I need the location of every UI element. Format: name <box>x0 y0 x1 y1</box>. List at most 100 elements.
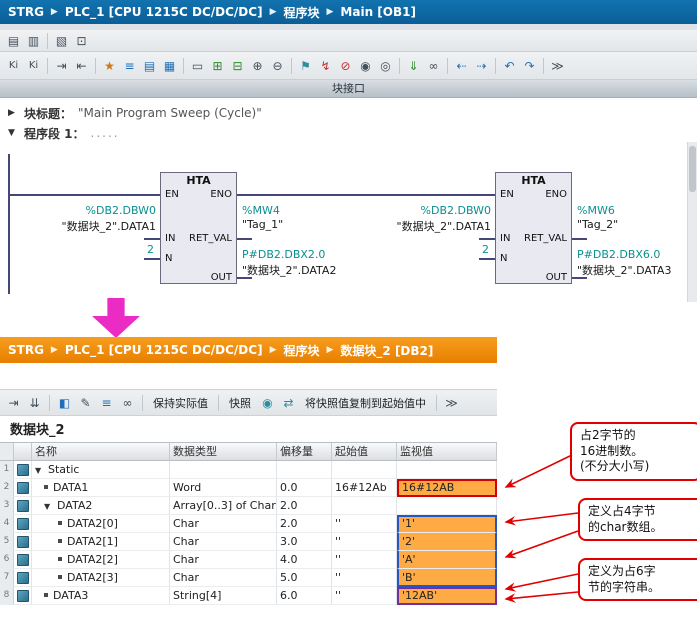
open-branch-icon[interactable]: ⊞ <box>208 57 227 75</box>
var-name-cell[interactable]: DATA2[2] <box>32 551 170 569</box>
close-branch-icon[interactable]: ⊟ <box>228 57 247 75</box>
insert-row-icon[interactable]: ⇥ <box>52 57 71 75</box>
collapse-arrow-icon[interactable]: ▶ <box>8 108 18 118</box>
breadcrumb-item-plc[interactable]: PLC_1 [CPU 1215C DC/DC/DC] <box>65 5 263 19</box>
copy-snapshot-to-start-button[interactable]: 将快照值复制到起始值中 <box>300 394 431 412</box>
constant-value[interactable]: 2 <box>451 243 489 256</box>
operand-name[interactable]: "Tag_2" <box>577 218 618 231</box>
breadcrumb-item-main-ob1[interactable]: Main [OB1] <box>340 5 416 19</box>
operand-name[interactable]: "数据块_2".DATA1 <box>10 218 156 234</box>
expand-arrow-icon[interactable]: ▼ <box>44 499 53 514</box>
expand-arrow-icon[interactable]: ▼ <box>8 128 18 138</box>
coil-icon[interactable]: ◉ <box>356 57 375 75</box>
scrollbar-thumb[interactable] <box>689 146 696 192</box>
operand-absolute-icon[interactable]: Ki <box>4 57 23 75</box>
network-comment[interactable]: ..... <box>91 126 120 140</box>
operand-name[interactable]: "数据块_2".DATA1 <box>345 218 491 234</box>
contact-icon[interactable]: ◎ <box>376 57 395 75</box>
table-row[interactable]: 4 DATA2[0] Char 2.0 '' '1' <box>0 515 497 533</box>
var-type-cell[interactable]: Char <box>170 569 277 587</box>
open-object-icon[interactable]: ▥ <box>24 32 43 50</box>
network-list-icon[interactable]: ≡ <box>120 57 139 75</box>
header-offset[interactable]: 偏移量 <box>277 443 332 461</box>
edit-icon[interactable]: ✎ <box>76 394 95 412</box>
expand-arrow-icon[interactable]: ▼ <box>35 463 44 478</box>
breadcrumb-item-db2[interactable]: 数据块_2 [DB2] <box>340 342 433 359</box>
load-start-values-icon[interactable]: ◧ <box>55 394 74 412</box>
operand-address[interactable]: %DB2.DBW0 <box>365 204 491 217</box>
monitor-all-glasses-icon[interactable]: ∞ <box>118 394 137 412</box>
table-row[interactable]: 3 ▼ DATA2 Array[0..3] of Char 2.0 <box>0 497 497 515</box>
operand-address[interactable]: P#DB2.DBX6.0 <box>577 248 660 261</box>
insert-empty-box-icon[interactable]: ▦ <box>160 57 179 75</box>
var-name-cell[interactable]: DATA2[0] <box>32 515 170 533</box>
favorites-icon[interactable]: ★ <box>100 57 119 75</box>
var-start-cell[interactable]: '' <box>332 569 397 587</box>
prev-error-icon[interactable]: ⇠ <box>452 57 471 75</box>
breadcrumb-item-plc[interactable]: PLC_1 [CPU 1215C DC/DC/DC] <box>65 343 263 357</box>
var-name-cell[interactable]: DATA2[3] <box>32 569 170 587</box>
var-start-cell[interactable]: '' <box>332 533 397 551</box>
operand-address[interactable]: %MW4 <box>242 204 280 217</box>
var-name-cell[interactable]: ▼ DATA2 <box>32 497 170 515</box>
prev-usage-icon[interactable]: ↶ <box>500 57 519 75</box>
comment-toggle-icon[interactable]: ▭ <box>188 57 207 75</box>
operand-address[interactable]: %DB2.DBW0 <box>30 204 156 217</box>
clear-setpoints-icon[interactable]: ↯ <box>316 57 335 75</box>
var-name-cell[interactable]: DATA3 <box>32 587 170 605</box>
list-icon[interactable]: ≡ <box>97 394 116 412</box>
block-title-value[interactable]: "Main Program Sweep (Cycle)" <box>78 106 262 120</box>
hta-block-1[interactable]: HTA EN ENO IN N RET_VAL OUT <box>160 172 237 284</box>
operand-name[interactable]: "数据块_2".DATA3 <box>577 262 671 278</box>
var-type-cell[interactable]: Char <box>170 551 277 569</box>
new-object-icon[interactable]: ▤ <box>4 32 23 50</box>
monitoring-glasses-icon[interactable]: ∞ <box>424 57 443 75</box>
snapshot-button[interactable]: 快照 <box>224 394 256 412</box>
var-start-cell[interactable]: '' <box>332 515 397 533</box>
insert-input-icon[interactable]: ⊕ <box>248 57 267 75</box>
block-interface-bar[interactable]: 块接口 <box>0 80 697 98</box>
constant-value[interactable]: 2 <box>116 243 154 256</box>
var-start-cell[interactable]: '' <box>332 551 397 569</box>
hta-block-2[interactable]: HTA EN ENO IN N RET_VAL OUT <box>495 172 572 284</box>
header-monitor[interactable]: 监视值 <box>397 443 497 461</box>
operand-symbolic-icon[interactable]: Ki <box>24 57 43 75</box>
operand-name[interactable]: "Tag_1" <box>242 218 283 231</box>
var-type-cell[interactable]: Char <box>170 515 277 533</box>
operand-address[interactable]: P#DB2.DBX2.0 <box>242 248 325 261</box>
table-row[interactable]: 5 DATA2[1] Char 3.0 '' '2' <box>0 533 497 551</box>
table-row[interactable]: 2 DATA1 Word 0.0 16#12Ab 16#12AB <box>0 479 497 497</box>
var-start-cell[interactable]: 16#12Ab <box>332 479 397 497</box>
var-start-cell[interactable] <box>332 497 397 515</box>
var-name-cell[interactable]: DATA2[1] <box>32 533 170 551</box>
var-type-cell[interactable]: Char <box>170 533 277 551</box>
expand-all-icon[interactable]: ≫ <box>548 57 567 75</box>
next-error-icon[interactable]: ⇢ <box>472 57 491 75</box>
breadcrumb-item-program-blocks[interactable]: 程序块 <box>283 4 319 21</box>
download-icon[interactable]: ⇓ <box>404 57 423 75</box>
breadcrumb-item-program-blocks[interactable]: 程序块 <box>283 342 319 359</box>
header-start[interactable]: 起始值 <box>332 443 397 461</box>
var-start-cell[interactable]: '' <box>332 587 397 605</box>
vertical-scrollbar[interactable] <box>687 142 697 302</box>
delete-row-icon[interactable]: ⇤ <box>72 57 91 75</box>
keep-actual-values-button[interactable]: 保持实际值 <box>148 394 213 412</box>
header-type[interactable]: 数据类型 <box>170 443 277 461</box>
var-name-cell[interactable]: ▼ Static <box>32 461 170 479</box>
block-title-row[interactable]: ▶ 块标题： "Main Program Sweep (Cycle)" <box>0 104 697 122</box>
add-row-icon[interactable]: ⇊ <box>25 394 44 412</box>
jump-label-icon[interactable]: ⚑ <box>296 57 315 75</box>
insert-network-icon[interactable]: ▤ <box>140 57 159 75</box>
stop-monitoring-icon[interactable]: ⊘ <box>336 57 355 75</box>
network-1-header[interactable]: ▼ 程序段 1： ..... <box>0 124 697 142</box>
breadcrumb-item-project[interactable]: STRG <box>8 5 44 19</box>
expand-all-icon[interactable]: ≫ <box>442 394 461 412</box>
snapshot-transfer-icon[interactable]: ⇄ <box>279 394 298 412</box>
var-name-cell[interactable]: DATA1 <box>32 479 170 497</box>
header-name[interactable]: 名称 <box>32 443 170 461</box>
var-type-cell[interactable]: String[4] <box>170 587 277 605</box>
table-row[interactable]: 6 DATA2[2] Char 4.0 '' 'A' <box>0 551 497 569</box>
var-type-cell[interactable]: Word <box>170 479 277 497</box>
next-usage-icon[interactable]: ↷ <box>520 57 539 75</box>
var-start-cell[interactable] <box>332 461 397 479</box>
